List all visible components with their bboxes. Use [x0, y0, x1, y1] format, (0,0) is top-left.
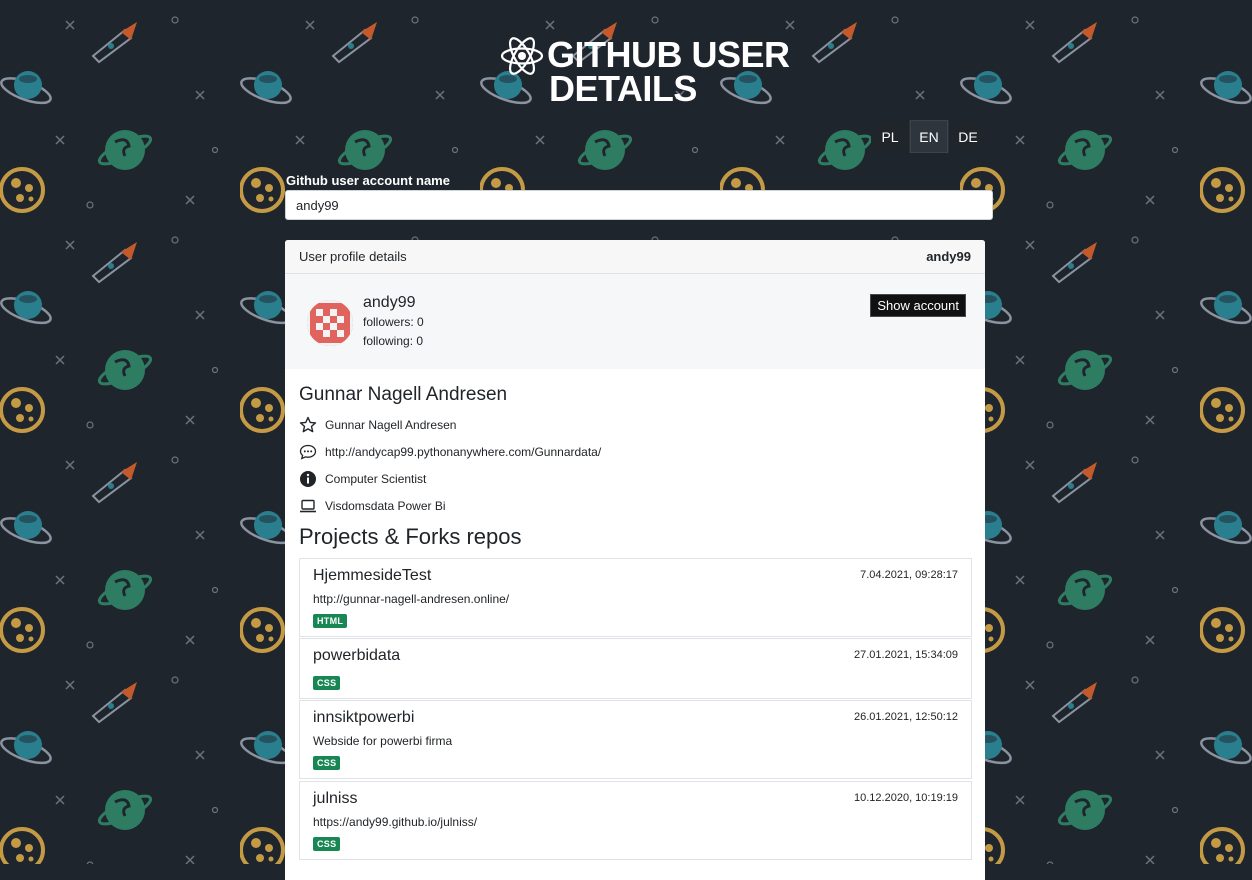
- repo-date: 26.01.2021, 12:50:12: [854, 711, 958, 723]
- detail-blog-link[interactable]: http://andycap99.pythonanywhere.com/Gunn…: [325, 445, 601, 459]
- profile-card: User profile details andy99 andy99 follo…: [285, 240, 985, 880]
- show-account-button[interactable]: Show account: [870, 294, 966, 317]
- repo-language-badge: CSS: [313, 756, 341, 770]
- followers-count: followers: 0: [363, 315, 424, 329]
- repo-language-badge: CSS: [313, 676, 341, 690]
- repo-item[interactable]: powerbidata 27.01.2021, 15:34:09 CSS: [299, 638, 972, 699]
- repo-language-badge: HTML: [313, 614, 348, 628]
- lang-button-en[interactable]: EN: [910, 120, 949, 153]
- app-title-line2: DETAILS: [549, 68, 697, 109]
- repo-date: 10.12.2020, 10:19:19: [854, 792, 958, 804]
- detail-bio-row: Computer Scientist: [299, 469, 426, 489]
- card-header: User profile details andy99: [285, 240, 985, 274]
- following-count: following: 0: [363, 334, 424, 348]
- repo-description: https://andy99.github.io/julniss/: [313, 815, 478, 829]
- info-icon: [300, 471, 316, 487]
- repo-date: 7.04.2021, 09:28:17: [860, 569, 958, 581]
- detail-company-row: Visdomsdata Power Bi: [299, 496, 446, 516]
- repo-name[interactable]: powerbidata: [313, 647, 400, 665]
- lang-button-pl[interactable]: PL: [871, 120, 910, 153]
- chat-icon: [299, 444, 317, 460]
- username-input[interactable]: [285, 190, 993, 220]
- detail-bio-text: Computer Scientist: [325, 472, 427, 486]
- repo-language-badge: CSS: [313, 837, 341, 851]
- profile-summary: andy99 followers: 0 following: 0 Show ac…: [285, 274, 985, 369]
- language-switcher: PL EN DE: [871, 120, 987, 153]
- repo-description: Webside for powerbi firma: [313, 734, 453, 748]
- repo-item[interactable]: HjemmesideTest 7.04.2021, 09:28:17 http:…: [299, 558, 972, 637]
- lang-button-de[interactable]: DE: [949, 120, 987, 153]
- detail-company-text: Visdomsdata Power Bi: [325, 499, 446, 513]
- detail-name-text: Gunnar Nagell Andresen: [325, 418, 457, 432]
- repo-name[interactable]: julniss: [313, 790, 357, 808]
- repo-description: http://gunnar-nagell-andresen.online/: [313, 592, 510, 606]
- repo-item[interactable]: julniss 10.12.2020, 10:19:19 https://and…: [299, 781, 972, 860]
- profile-login: andy99: [363, 294, 416, 311]
- laptop-icon: [300, 499, 316, 513]
- detail-blog-row: http://andycap99.pythonanywhere.com/Gunn…: [299, 442, 601, 462]
- atom-icon: [500, 37, 544, 75]
- card-header-title: User profile details: [299, 249, 407, 264]
- repo-date: 27.01.2021, 15:34:09: [854, 649, 958, 661]
- detail-name-row: Gunnar Nagell Andresen: [299, 415, 456, 435]
- avatar: [307, 300, 353, 346]
- profile-full-name: Gunnar Nagell Andresen: [299, 384, 508, 405]
- repo-item[interactable]: innsiktpowerbi 26.01.2021, 12:50:12 Webs…: [299, 700, 972, 779]
- repo-name[interactable]: HjemmesideTest: [313, 567, 431, 585]
- card-header-username: andy99: [926, 249, 971, 264]
- username-field-label: Github user account name: [286, 173, 450, 188]
- star-icon: [299, 416, 317, 433]
- app-logo: GITHUB USER DETAILS: [500, 32, 790, 109]
- repos-section-title: Projects & Forks repos: [299, 524, 522, 549]
- repo-name[interactable]: innsiktpowerbi: [313, 709, 414, 727]
